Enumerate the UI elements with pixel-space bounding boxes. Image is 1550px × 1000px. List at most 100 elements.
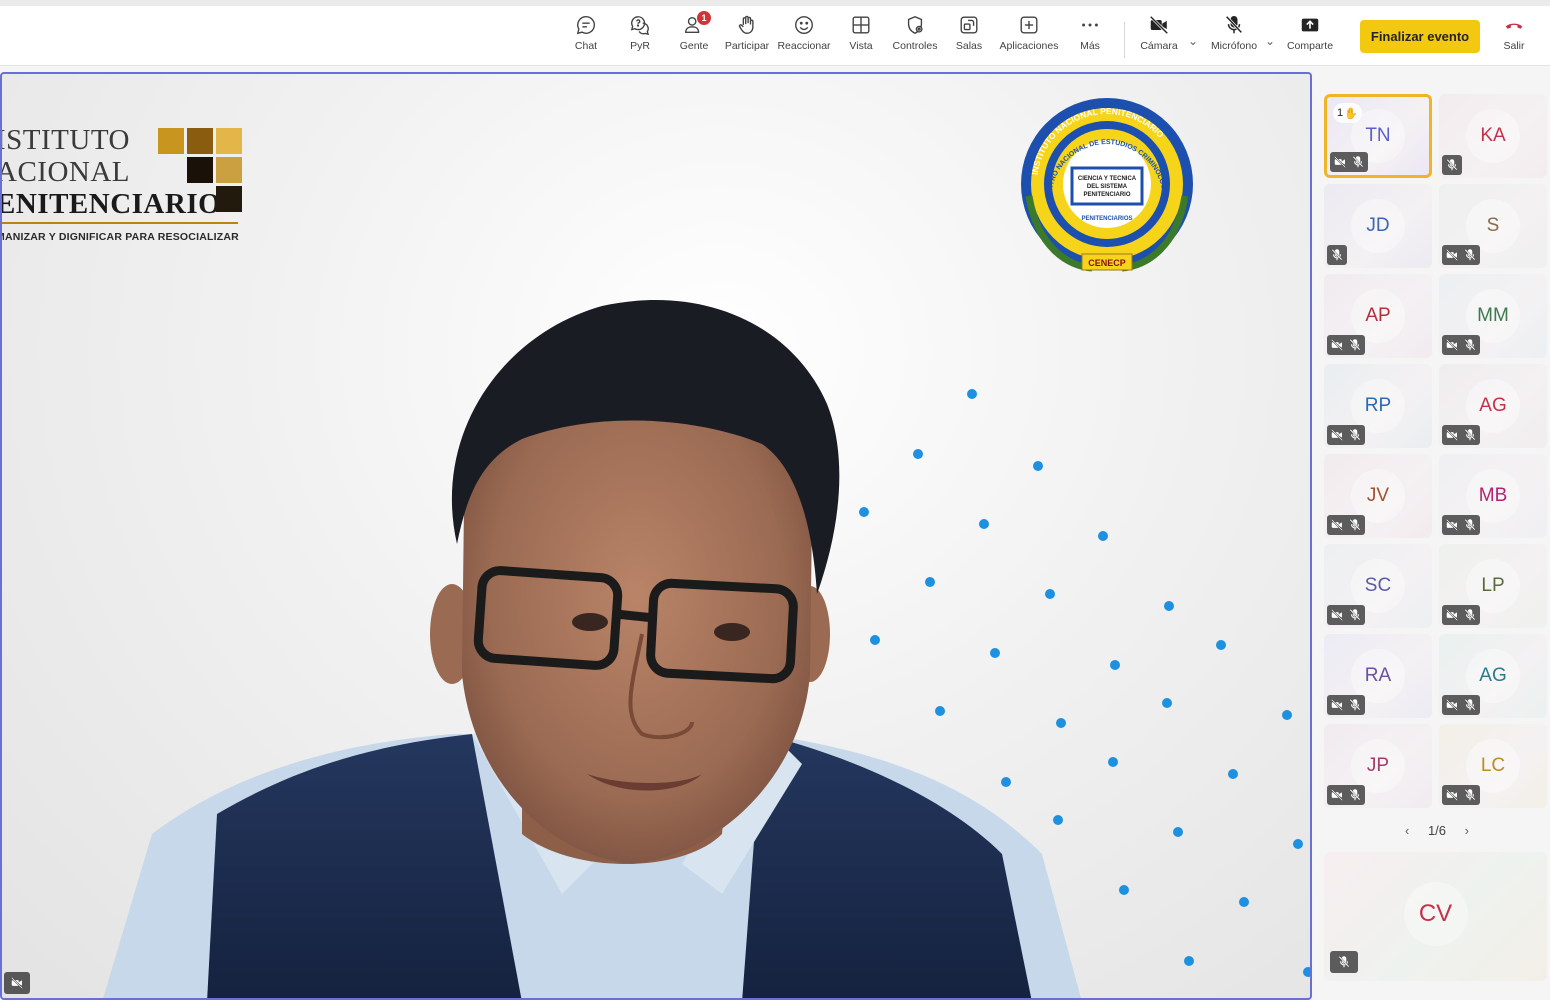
controls-button[interactable]: Controles xyxy=(886,14,944,52)
more-button[interactable]: Más xyxy=(1061,14,1119,52)
leave-label: Salir xyxy=(1503,40,1525,52)
chat-button[interactable]: Chat xyxy=(557,14,615,52)
seal-book-line-1: CIENCIA Y TECNICA xyxy=(1078,176,1137,182)
mic-off-icon xyxy=(1338,956,1350,968)
pager-label: 1/6 xyxy=(1427,822,1447,838)
qa-icon xyxy=(630,16,650,36)
meeting-toolbar: Chat PyR 1 Gente Participar Reaccionar V… xyxy=(0,0,1550,66)
mic-off-icon xyxy=(1446,159,1458,171)
tile-status-icons xyxy=(1442,605,1480,625)
share-icon xyxy=(1301,18,1319,32)
more-icon xyxy=(1082,23,1098,27)
main-video-stage[interactable]: ISTITUTO ACIONAL ENITENCIARIO MANIZAR Y … xyxy=(0,72,1312,1000)
tile-status-icons xyxy=(1327,245,1347,265)
camera-off-icon xyxy=(1446,609,1458,621)
participant-tile[interactable]: LP xyxy=(1439,544,1547,628)
tile-status-icons xyxy=(1327,785,1365,805)
mic-off-icon xyxy=(1464,339,1476,351)
participant-avatar-initials: JD xyxy=(1351,199,1405,253)
smiley-icon xyxy=(795,16,813,34)
people-badge: 1 xyxy=(697,11,711,25)
stage-camera-off-indicator xyxy=(4,972,30,994)
participant-tile[interactable]: KA xyxy=(1439,94,1547,178)
camera-off-icon xyxy=(1331,339,1343,351)
mic-off-icon xyxy=(1464,609,1476,621)
shield-gear-icon xyxy=(907,16,923,35)
microphone-options-chevron-icon[interactable]: ⌄ xyxy=(1265,34,1275,48)
pager-next-chevron-icon[interactable]: › xyxy=(1465,823,1469,838)
raise-hand-button[interactable]: Participar xyxy=(718,14,776,52)
participant-tile[interactable]: MM xyxy=(1439,274,1547,358)
participant-tile[interactable]: AG xyxy=(1439,364,1547,448)
view-button[interactable]: Vista xyxy=(832,14,890,52)
tile-status-icons xyxy=(1442,515,1480,535)
tile-status-icons xyxy=(1327,605,1365,625)
raised-hand-indicator: 1 ✋ xyxy=(1333,103,1362,123)
mic-off-icon xyxy=(1352,156,1364,168)
apps-label: Aplicaciones xyxy=(999,40,1059,52)
camera-off-icon xyxy=(1446,789,1458,801)
microphone-button[interactable]: Micrófono xyxy=(1205,14,1263,52)
rooms-icon xyxy=(960,16,978,34)
participant-tile[interactable]: AP xyxy=(1324,274,1432,358)
rooms-button[interactable]: Salas xyxy=(940,14,998,52)
mic-off-icon xyxy=(1349,519,1361,531)
tile-status-icons xyxy=(1327,695,1365,715)
controls-label: Controles xyxy=(892,40,938,52)
tile-status-icons xyxy=(1327,335,1365,355)
participant-tile[interactable]: JD xyxy=(1324,184,1432,268)
chat-label: Chat xyxy=(574,40,598,52)
camera-off-icon xyxy=(1331,519,1343,531)
camera-options-chevron-icon[interactable]: ⌄ xyxy=(1188,34,1198,48)
participant-tile[interactable]: JP xyxy=(1324,724,1432,808)
apps-button[interactable]: Aplicaciones xyxy=(1000,14,1058,52)
tile-status-icons xyxy=(1442,155,1462,175)
end-event-button[interactable]: Finalizar evento xyxy=(1360,20,1480,53)
participant-tile[interactable]: SC xyxy=(1324,544,1432,628)
mic-off-icon xyxy=(1349,699,1361,711)
grid-icon xyxy=(852,16,870,34)
participant-tile[interactable]: RA xyxy=(1324,634,1432,718)
view-label: Vista xyxy=(849,40,873,52)
camera-button[interactable]: Cámara xyxy=(1130,14,1188,52)
hand-icon: ✋ xyxy=(1344,107,1358,120)
mic-off-icon xyxy=(1464,789,1476,801)
logo-rule xyxy=(2,222,238,224)
react-button[interactable]: Reaccionar xyxy=(775,14,833,52)
people-button[interactable]: 1 Gente xyxy=(665,11,723,52)
camera-off-icon xyxy=(11,977,23,989)
camera-label: Cámara xyxy=(1140,40,1178,52)
participant-tile[interactable]: TN 1 ✋ xyxy=(1324,94,1432,178)
mic-off-icon xyxy=(1349,789,1361,801)
participant-tile[interactable]: JV xyxy=(1324,454,1432,538)
mic-off-icon xyxy=(1225,15,1243,34)
participant-tile[interactable]: S xyxy=(1439,184,1547,268)
mic-off-icon xyxy=(1464,429,1476,441)
tile-status-icons xyxy=(1327,425,1365,445)
spotlight-participant-tile[interactable]: CV xyxy=(1324,852,1547,981)
tile-status-icons xyxy=(1442,425,1480,445)
seal-ribbon-text: CENECP xyxy=(1088,258,1126,268)
participant-tile[interactable]: RP xyxy=(1324,364,1432,448)
leave-button[interactable]: Salir xyxy=(1485,14,1543,52)
rooms-label: Salas xyxy=(955,40,983,52)
share-button[interactable]: Comparte xyxy=(1281,14,1339,52)
participant-tile[interactable]: MB xyxy=(1439,454,1547,538)
mic-off-icon xyxy=(1349,339,1361,351)
logo-motto: MANIZAR Y DIGNIFICAR PARA RESOCIALIZAR xyxy=(0,231,239,243)
hang-up-icon xyxy=(1505,23,1523,29)
participant-tile[interactable]: LC xyxy=(1439,724,1547,808)
qa-button[interactable]: PyR xyxy=(611,14,669,52)
tile-status-icons xyxy=(1330,152,1368,172)
participant-tile[interactable]: AG xyxy=(1439,634,1547,718)
participant-avatar-initials: KA xyxy=(1466,109,1520,163)
seal-book-line-2: DEL SISTEMA xyxy=(1087,184,1128,190)
camera-off-icon xyxy=(1331,609,1343,621)
cenecp-seal-logo: INSTITUTO NACIONAL PENITENCIARIO CENTRO … xyxy=(1017,96,1193,272)
react-label: Reaccionar xyxy=(777,40,831,52)
pager-prev-chevron-icon[interactable]: ‹ xyxy=(1405,823,1409,838)
seal-book-line-3: PENITENCIARIO xyxy=(1083,192,1130,198)
toolbar-divider xyxy=(1124,22,1125,58)
mic-off-icon xyxy=(1464,699,1476,711)
camera-off-icon xyxy=(1334,156,1346,168)
